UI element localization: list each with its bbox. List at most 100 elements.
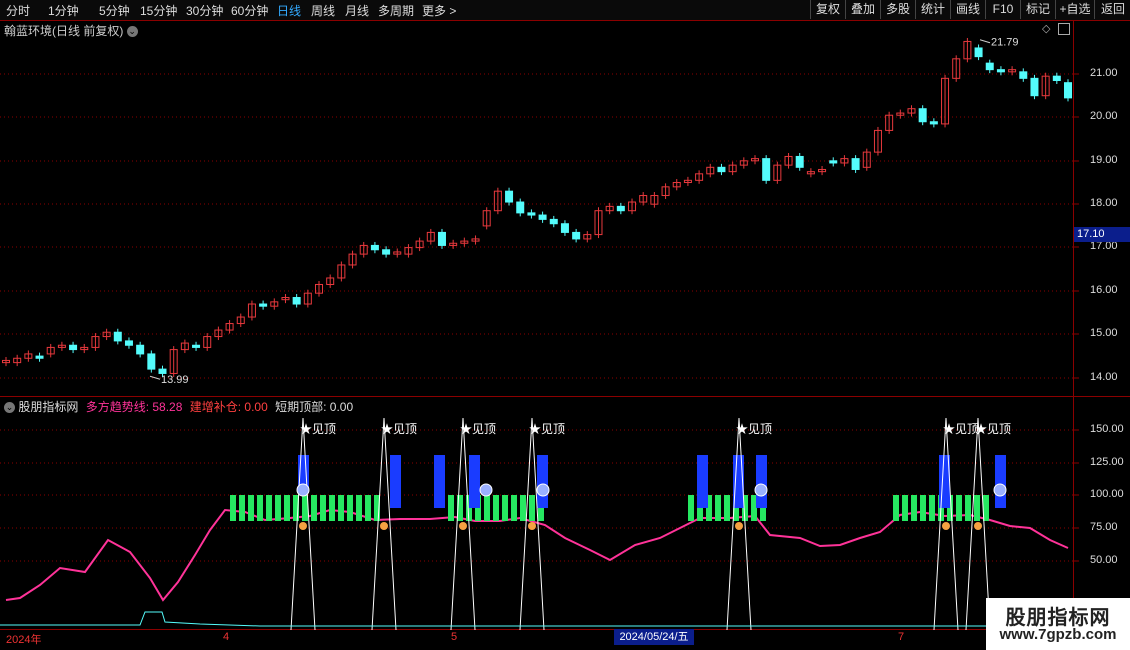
runner-icon xyxy=(735,522,743,530)
top-signal-label: ★见顶 xyxy=(736,422,772,436)
sad-face-icon xyxy=(479,483,493,497)
trend-line xyxy=(5,508,1069,602)
bottom-base-line xyxy=(0,611,1068,627)
volume-bar xyxy=(537,455,548,508)
support-bar xyxy=(902,495,908,521)
candle-body xyxy=(829,160,838,164)
candle-body xyxy=(795,155,804,168)
candle-body xyxy=(527,212,536,216)
support-bar xyxy=(365,495,371,521)
candle-body xyxy=(985,62,994,71)
candle-body xyxy=(516,201,525,214)
candle-body xyxy=(549,218,558,225)
candle-body xyxy=(1052,75,1061,82)
volume-bar xyxy=(697,455,708,508)
candle-body xyxy=(572,231,581,240)
support-bar xyxy=(230,495,236,521)
high-marker xyxy=(979,39,991,44)
support-bar xyxy=(239,495,245,521)
candle-body xyxy=(158,368,167,374)
support-bar xyxy=(347,495,353,521)
volume-bar xyxy=(756,455,767,508)
watermark-url: www.7gpzb.com xyxy=(999,626,1117,643)
candle-body xyxy=(69,344,78,351)
low-marker xyxy=(149,375,161,380)
support-bar xyxy=(920,495,926,521)
support-bar xyxy=(320,495,326,521)
low-label: 13.99 xyxy=(161,374,189,386)
candle-body xyxy=(1064,82,1072,99)
sad-face-icon xyxy=(754,483,768,497)
support-bar xyxy=(502,495,508,521)
candle-body xyxy=(851,158,860,170)
volume-bar xyxy=(995,455,1006,508)
chart-canvas[interactable]: 21.7913.99★见顶 ★见顶 ★见顶 ★见顶 ★见顶 ★见顶★见顶 xyxy=(0,0,1130,650)
support-bar xyxy=(724,495,730,521)
support-bar xyxy=(529,495,535,521)
candle-body xyxy=(113,331,122,342)
sad-face-icon xyxy=(536,483,550,497)
support-bar xyxy=(493,495,499,521)
volume-bar xyxy=(434,455,445,508)
support-bar xyxy=(448,495,454,521)
candle-body xyxy=(505,190,514,203)
top-signal-label: ★见顶 xyxy=(460,422,496,436)
support-bar xyxy=(329,495,335,521)
support-bar xyxy=(911,495,917,521)
runner-icon xyxy=(299,522,307,530)
candle-body xyxy=(616,205,625,212)
high-label: 21.79 xyxy=(991,37,1019,49)
candle-body xyxy=(1019,71,1028,79)
top-signal-label: ★见顶 xyxy=(381,422,417,436)
runner-icon xyxy=(380,522,388,530)
support-bar xyxy=(965,495,971,521)
support-bar xyxy=(893,495,899,521)
support-bar xyxy=(284,495,290,521)
support-bar xyxy=(929,495,935,521)
top-signal-label: ★见顶 xyxy=(300,422,336,436)
support-bar xyxy=(257,495,263,521)
support-bar xyxy=(511,495,517,521)
candle-body xyxy=(974,47,983,58)
candle-body xyxy=(382,249,391,255)
runner-icon xyxy=(974,522,982,530)
candle-body xyxy=(918,108,927,123)
support-bar xyxy=(974,495,980,521)
sad-face-icon xyxy=(993,483,1007,497)
support-bar xyxy=(248,495,254,521)
top-signal-label: ★见顶 xyxy=(943,422,979,436)
candle-body xyxy=(762,158,771,181)
candle-body xyxy=(929,121,938,125)
candle-body xyxy=(717,166,726,173)
runner-icon xyxy=(528,522,536,530)
candle-body xyxy=(124,340,133,346)
support-bar xyxy=(275,495,281,521)
support-bar xyxy=(520,495,526,521)
support-bar xyxy=(266,495,272,521)
support-bar xyxy=(311,495,317,521)
candle-body xyxy=(292,297,301,305)
candle-body xyxy=(437,231,446,246)
volume-bar xyxy=(469,455,480,508)
candle-body xyxy=(192,344,201,348)
support-bar xyxy=(715,495,721,521)
watermark: 股朋指标网 www.7gpzb.com xyxy=(986,598,1130,650)
runner-icon xyxy=(942,522,950,530)
top-signal-label: ★见顶 xyxy=(529,422,565,436)
top-signal-label: ★见顶 xyxy=(975,422,1011,436)
candle-body xyxy=(996,69,1005,73)
volume-bar xyxy=(390,455,401,508)
candle-body xyxy=(35,355,44,359)
candle-body xyxy=(560,223,569,233)
runner-icon xyxy=(459,522,467,530)
candle-body xyxy=(147,353,156,370)
sad-face-icon xyxy=(296,483,310,497)
candle-body xyxy=(538,214,547,220)
support-bar xyxy=(338,495,344,521)
support-bar xyxy=(484,495,490,521)
candle-body xyxy=(370,244,379,251)
support-bar xyxy=(688,495,694,521)
candle-body xyxy=(1030,77,1039,97)
support-bar xyxy=(956,495,962,521)
candle-body xyxy=(259,303,268,307)
